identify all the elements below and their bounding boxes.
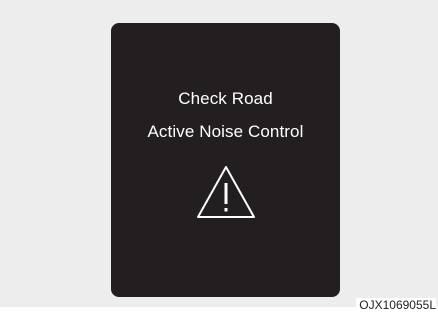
cluster-display-panel: Check Road Active Noise Control (111, 23, 340, 297)
figure-code: OJX1069055L (356, 298, 436, 312)
message-line-1: Check Road (178, 89, 273, 108)
warning-triangle-icon (197, 166, 255, 218)
message-line-2: Active Noise Control (147, 122, 304, 141)
figure-background: Check Road Active Noise Control OJX10690… (0, 0, 438, 312)
